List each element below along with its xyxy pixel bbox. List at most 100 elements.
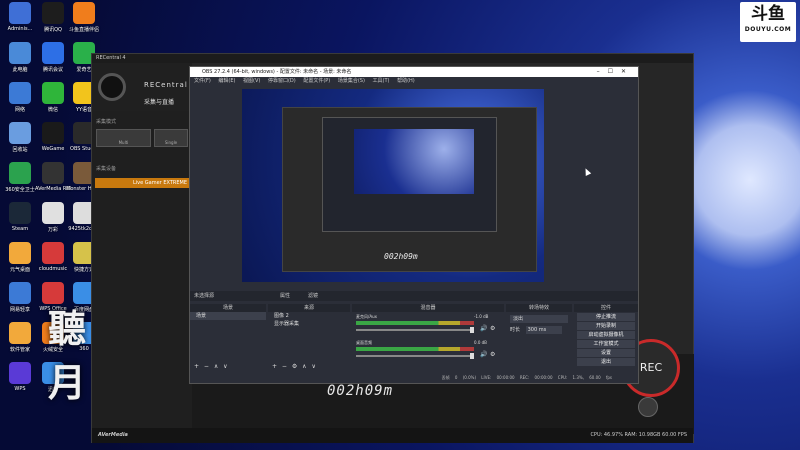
- transitions-title: 转场特效: [506, 304, 572, 312]
- desktop-icon[interactable]: 网络: [2, 82, 38, 122]
- app-icon: [9, 242, 31, 264]
- mixer-title: 混音器: [352, 304, 504, 312]
- desktop-icon-label: 元气桌面: [9, 267, 30, 273]
- capture-device-item[interactable]: Live Gamer EXTREME: [95, 178, 189, 188]
- volume-slider-knob[interactable]: [470, 327, 474, 333]
- preview-nested: [354, 129, 474, 194]
- mode-multi-button[interactable]: Multi: [96, 129, 151, 147]
- volume-meter: [356, 347, 474, 351]
- desktop-icon-label: 360安全卫士: [5, 187, 35, 193]
- obs-status-bar: 丢帧 0 (0.0%) LIVE: 00:00:00 REC: 00:00:00…: [190, 373, 638, 383]
- app-icon: [9, 122, 31, 144]
- app-icon: [9, 362, 31, 384]
- mixer-channel-db: -1.0 dB: [474, 314, 489, 319]
- obs-title: OBS 27.2.4 (64-bit, windows) - 配置文件: 未命名…: [202, 69, 352, 75]
- duration-input[interactable]: 300 ms: [525, 326, 562, 334]
- volume-slider[interactable]: [356, 327, 474, 333]
- app-icon: [42, 162, 64, 184]
- desktop-icon[interactable]: 元气桌面: [2, 242, 38, 282]
- mixer-channel-name: 麦克风/Aux: [356, 314, 377, 319]
- recentral-sidebar: RECentral 采集与直播 采集模式 Multi Single 采集设备 L…: [92, 63, 192, 443]
- app-icon: [9, 2, 31, 24]
- desktop-icon-label: 网易轻享: [9, 307, 30, 313]
- scenes-dock: 场景 场景 + − ∧ ∨: [190, 304, 266, 371]
- menu-tools[interactable]: 工具(T): [373, 78, 390, 84]
- app-icon: [9, 162, 31, 184]
- gear-icon[interactable]: ⚙: [490, 351, 495, 358]
- menu-help[interactable]: 帮助(H): [397, 78, 415, 84]
- desktop-icon[interactable]: Steam: [2, 202, 38, 242]
- desktop-icon[interactable]: 斗鱼直播伴侣: [66, 2, 102, 42]
- desktop-icon[interactable]: 软件管家: [2, 322, 38, 362]
- filters-button[interactable]: 滤镜: [308, 291, 318, 301]
- recentral-title: RECentral 4: [92, 54, 693, 63]
- douyu-logo-text: 斗鱼: [751, 4, 785, 24]
- gear-icon[interactable]: ⚙: [490, 325, 495, 332]
- douyu-logo-url: DOUYU.COM: [744, 26, 792, 33]
- volume-slider[interactable]: [356, 353, 474, 359]
- app-icon: [9, 282, 31, 304]
- desktop-icon[interactable]: Adminis...: [2, 2, 38, 42]
- desktop-icon[interactable]: 网易轻享: [2, 282, 38, 322]
- obs-preview[interactable]: 002h09m 斗鱼DOUYU.COM: [242, 89, 544, 282]
- scenes-title: 场景: [190, 304, 266, 312]
- source-toolbar: 未选择源 属性 滤镜: [190, 291, 638, 301]
- speaker-icon[interactable]: 🔊: [480, 325, 487, 332]
- avermedia-logo: AVerMedia: [98, 432, 128, 438]
- app-icon: [42, 2, 64, 24]
- desktop-icon[interactable]: 回收站: [2, 122, 38, 162]
- app-icon: [9, 42, 31, 64]
- desktop-icon-label: 回收站: [12, 147, 28, 153]
- scene-item[interactable]: 场景: [190, 312, 266, 320]
- douyu-logo: 斗鱼 DOUYU.COM: [740, 2, 796, 42]
- app-icon: [9, 322, 31, 344]
- volume-slider-knob[interactable]: [470, 353, 474, 359]
- sources-dock: 来源 图像 2 显示器采集 + − ⚙ ∧ ∨: [268, 304, 350, 371]
- app-icon: [42, 242, 64, 264]
- desktop-icon-label: 斗鱼直播伴侣: [68, 27, 99, 33]
- mixer-channel: 桌面音频 0.0 dB 🔊 ⚙: [356, 340, 500, 359]
- app-icon: [42, 202, 64, 224]
- speaker-icon[interactable]: 🔊: [480, 351, 487, 358]
- virtual-camera-button[interactable]: 启动虚拟摄像机: [577, 331, 635, 339]
- no-source-selected: 未选择源: [194, 293, 215, 299]
- camera-icon[interactable]: [638, 397, 658, 417]
- menu-edit[interactable]: 编辑(E): [218, 78, 235, 84]
- properties-button[interactable]: 属性: [280, 291, 290, 301]
- desktop-icon-label: Steam: [11, 226, 29, 232]
- obs-window: OBS 27.2.4 (64-bit, windows) - 配置文件: 未命名…: [189, 66, 639, 384]
- menu-profile[interactable]: 配置文件(P): [303, 78, 330, 84]
- menu-docks[interactable]: 停靠窗口(D): [268, 78, 296, 84]
- scenes-footer[interactable]: + − ∧ ∨: [190, 362, 266, 371]
- recentral-footer: AVerMedia CPU: 46.97% RAM: 10.98GB 60.00…: [92, 428, 693, 443]
- exit-button[interactable]: 退出: [577, 358, 635, 366]
- mode-single-button[interactable]: Single: [154, 129, 188, 147]
- capture-device-label: 采集设备: [96, 166, 117, 172]
- source-item[interactable]: 图像 2: [268, 312, 350, 320]
- transitions-dock: 转场特效 淡出 时长 300 ms: [506, 304, 572, 371]
- recording-time: 002h09m: [327, 383, 394, 399]
- obs-menu-bar: 文件(F) 编辑(E) 视图(V) 停靠窗口(D) 配置文件(P) 场景集合(S…: [190, 77, 638, 86]
- source-item[interactable]: 显示器采集: [268, 320, 350, 328]
- desktop-icon[interactable]: 此电脑: [2, 42, 38, 82]
- mixer-dock: 混音器 麦克风/Aux -1.0 dB 🔊 ⚙ 桌面音频 0.0 dB 🔊 ⚙: [352, 304, 504, 371]
- start-recording-button[interactable]: 开始录制: [577, 322, 635, 330]
- window-controls[interactable]: –☐✕: [597, 67, 634, 77]
- desktop-icon[interactable]: 360安全卫士: [2, 162, 38, 202]
- mixer-channel-name: 桌面音频: [356, 340, 372, 345]
- app-icon: [42, 82, 64, 104]
- volume-meter: [356, 321, 474, 325]
- sources-footer[interactable]: + − ⚙ ∧ ∨: [268, 362, 350, 371]
- menu-view[interactable]: 视图(V): [243, 78, 260, 84]
- studio-mode-button[interactable]: 工作室模式: [577, 340, 635, 348]
- menu-scene-collection[interactable]: 场景集合(S): [338, 78, 365, 84]
- calligraphy-text: 聽: [48, 306, 87, 351]
- menu-file[interactable]: 文件(F): [194, 78, 211, 84]
- duration-label: 时长: [510, 327, 521, 333]
- settings-button[interactable]: 设置: [577, 349, 635, 357]
- recentral-mode[interactable]: 采集与直播: [144, 97, 174, 106]
- transition-select[interactable]: 淡出: [510, 315, 568, 323]
- desktop-icon[interactable]: WPS: [2, 362, 38, 402]
- stop-streaming-button[interactable]: 停止推流: [577, 313, 635, 321]
- mixer-channel-db: 0.0 dB: [474, 340, 487, 345]
